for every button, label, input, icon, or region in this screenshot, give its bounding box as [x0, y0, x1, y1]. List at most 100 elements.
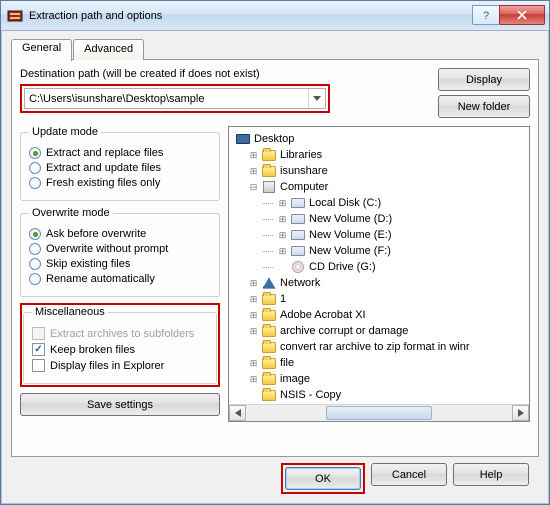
tree-node[interactable]: 1 — [280, 293, 286, 305]
expand-icon[interactable]: ⊞ — [249, 167, 258, 176]
network-icon — [261, 276, 277, 290]
tree-node[interactable]: New Volume (E:) — [309, 229, 392, 241]
check-subfolders — [32, 327, 45, 340]
expand-icon[interactable]: ⊞ — [249, 327, 258, 336]
tree-node[interactable]: CD Drive (G:) — [309, 261, 376, 273]
tree-node[interactable]: NSIS - Copy — [280, 389, 341, 401]
folder-icon — [261, 372, 277, 386]
svg-text:?: ? — [483, 10, 489, 20]
check-label: Keep broken files — [50, 344, 135, 356]
expand-icon[interactable]: ⊞ — [278, 247, 287, 256]
radio-ask-overwrite[interactable] — [29, 228, 41, 240]
folder-icon — [261, 388, 277, 402]
radio-label: Extract and update files — [46, 162, 161, 174]
tree-node[interactable]: Adobe Acrobat XI — [280, 309, 366, 321]
tree-node[interactable]: isunshare — [280, 165, 328, 177]
overwrite-mode-group: Overwrite mode Ask before overwrite Over… — [20, 207, 220, 297]
check-display-explorer[interactable] — [32, 359, 45, 372]
save-settings-button[interactable]: Save settings — [20, 393, 220, 416]
expand-icon[interactable]: ⊞ — [278, 215, 287, 224]
radio-label: Rename automatically — [46, 273, 155, 285]
radio-rename-auto[interactable] — [29, 273, 41, 285]
folder-icon — [261, 324, 277, 338]
expand-icon[interactable] — [278, 263, 287, 272]
tree-node[interactable]: archive corrupt or damage — [280, 325, 408, 337]
check-label: Display files in Explorer — [50, 360, 164, 372]
titlebar[interactable]: Extraction path and options ? — [1, 1, 549, 31]
expand-icon[interactable]: ⊞ — [249, 375, 258, 384]
tab-advanced[interactable]: Advanced — [73, 39, 144, 60]
tree-node[interactable]: Libraries — [280, 149, 322, 161]
scroll-right-icon[interactable] — [512, 405, 529, 421]
tab-panel: Destination path (will be created if doe… — [11, 59, 539, 457]
radio-label: Ask before overwrite — [46, 228, 146, 240]
app-icon — [7, 8, 23, 24]
radio-label: Extract and replace files — [46, 147, 163, 159]
folder-icon — [261, 356, 277, 370]
cd-icon — [290, 260, 306, 274]
update-mode-group: Update mode Extract and replace files Ex… — [20, 126, 220, 201]
radio-label: Fresh existing files only — [46, 177, 160, 189]
radio-extract-replace[interactable] — [29, 147, 41, 159]
expand-icon[interactable]: ⊞ — [278, 199, 287, 208]
cancel-button[interactable]: Cancel — [371, 463, 447, 486]
expand-icon[interactable]: ⊞ — [278, 231, 287, 240]
computer-icon — [261, 180, 277, 194]
expand-icon[interactable]: ⊞ — [249, 279, 258, 288]
help-button[interactable]: Help — [453, 463, 529, 486]
radio-overwrite-no-prompt[interactable] — [29, 243, 41, 255]
libraries-icon — [261, 148, 277, 162]
radio-skip-existing[interactable] — [29, 258, 41, 270]
chevron-down-icon[interactable] — [308, 89, 325, 108]
horizontal-scrollbar[interactable] — [229, 404, 529, 421]
tree-node[interactable]: Desktop — [254, 133, 294, 145]
miscellaneous-group: Miscellaneous Extract archives to subfol… — [23, 306, 217, 384]
overwrite-mode-legend: Overwrite mode — [29, 207, 113, 219]
tree-node[interactable]: image — [280, 373, 310, 385]
tree-node[interactable]: New Volume (F:) — [309, 245, 391, 257]
destination-input[interactable] — [25, 89, 308, 108]
drive-icon — [290, 212, 306, 226]
expand-icon[interactable] — [249, 343, 258, 352]
folder-icon — [261, 308, 277, 322]
display-button[interactable]: Display — [438, 68, 530, 91]
tree-node[interactable]: convert rar archive to zip format in win… — [280, 341, 470, 353]
tabstrip: General Advanced — [11, 39, 539, 60]
scrollbar-thumb[interactable] — [326, 406, 432, 420]
folder-icon — [261, 340, 277, 354]
update-mode-legend: Update mode — [29, 126, 101, 138]
tree-node[interactable]: file — [280, 357, 294, 369]
tab-general[interactable]: General — [11, 39, 72, 61]
tree-node[interactable]: New Volume (D:) — [309, 213, 392, 225]
check-keep-broken[interactable] — [32, 343, 45, 356]
dialog-buttons: OK Cancel Help — [11, 457, 539, 494]
expand-icon[interactable] — [249, 391, 258, 400]
drive-icon — [290, 228, 306, 242]
expand-icon[interactable]: ⊞ — [249, 311, 258, 320]
ok-button[interactable]: OK — [285, 467, 361, 490]
tree-node[interactable]: Network — [280, 277, 320, 289]
tree-node[interactable]: Local Disk (C:) — [309, 197, 381, 209]
radio-fresh-only[interactable] — [29, 177, 41, 189]
miscellaneous-legend: Miscellaneous — [32, 306, 108, 318]
radio-extract-update[interactable] — [29, 162, 41, 174]
new-folder-button[interactable]: New folder — [438, 95, 530, 118]
expand-icon[interactable]: ⊞ — [249, 359, 258, 368]
check-label: Extract archives to subfolders — [50, 328, 194, 340]
dialog-window: Extraction path and options ? General Ad… — [0, 0, 550, 505]
drive-icon — [290, 196, 306, 210]
close-button[interactable] — [499, 5, 545, 25]
expand-icon[interactable]: ⊞ — [249, 295, 258, 304]
window-title: Extraction path and options — [29, 10, 473, 22]
scroll-left-icon[interactable] — [229, 405, 246, 421]
expand-icon[interactable]: ⊞ — [249, 151, 258, 160]
radio-label: Overwrite without prompt — [46, 243, 168, 255]
help-button-titlebar[interactable]: ? — [472, 5, 500, 25]
destination-combo[interactable] — [24, 88, 326, 109]
destination-label: Destination path (will be created if doe… — [20, 68, 430, 80]
tree-node[interactable]: Computer — [280, 181, 328, 193]
desktop-icon — [235, 132, 251, 146]
folder-tree[interactable]: Desktop ⊞Libraries ⊞isunshare ⊟Computer … — [228, 126, 530, 422]
user-icon — [261, 164, 277, 178]
collapse-icon[interactable]: ⊟ — [249, 183, 258, 192]
